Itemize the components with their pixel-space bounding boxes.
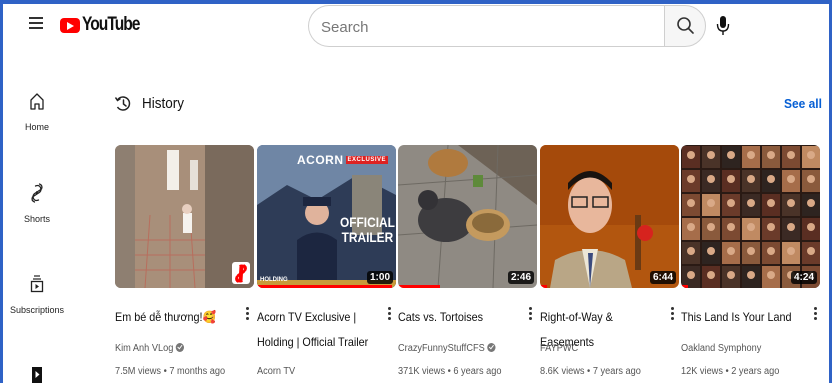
shorts-icon — [31, 183, 43, 203]
video-thumbnail[interactable] — [115, 145, 254, 288]
thumb-brand: ACORN EXCLUSIVE — [297, 153, 389, 167]
sidebar-item-shorts[interactable]: Shorts — [0, 182, 74, 224]
video-thumbnail[interactable]: 4:24 — [681, 145, 820, 288]
thumbnail-image — [681, 145, 820, 288]
more-options-icon[interactable] — [668, 305, 676, 321]
search-icon — [677, 17, 694, 34]
thumbnail-image — [540, 145, 679, 288]
verified-badge-icon — [487, 343, 496, 352]
channel-name-text: Acorn TV — [257, 366, 296, 377]
youtube-logo[interactable]: YouTube — [60, 13, 152, 37]
more-options-icon[interactable] — [385, 305, 393, 321]
video-duration: 4:24 — [790, 271, 817, 284]
thumbnail-image — [398, 145, 537, 288]
search-box — [308, 5, 664, 47]
sidebar-item-label: Shorts — [23, 214, 50, 224]
sidebar-item-label: Subscriptions — [9, 305, 65, 315]
video-meta: 371K views • 6 years ago — [398, 366, 502, 377]
microphone-icon — [716, 16, 730, 35]
sidebar-item-subscriptions[interactable]: Subscriptions — [0, 273, 74, 315]
video-thumbnail[interactable]: 6:44 — [540, 145, 679, 288]
section-title: History — [142, 95, 185, 112]
video-thumbnail[interactable]: ACORN EXCLUSIVE OFFICIAL TRAILER HOLDING … — [257, 145, 396, 288]
voice-search-button[interactable] — [708, 5, 738, 47]
library-icon — [32, 367, 42, 383]
channel-name[interactable]: Oakland Symphony — [681, 343, 761, 354]
channel-name[interactable]: Kim Anh VLog — [115, 343, 185, 354]
video-meta: 7.5M views • 7 months ago — [115, 366, 226, 377]
channel-name-text: Kim Anh VLog — [115, 343, 174, 354]
video-meta: 8.6K views • 7 years ago — [540, 366, 641, 377]
channel-name-text: CrazyFunnyStuffCFS — [398, 343, 485, 354]
more-options-icon[interactable] — [811, 305, 819, 321]
more-options-icon[interactable] — [526, 305, 534, 321]
video-title[interactable]: Acorn TV Exclusive | Holding | Official … — [257, 305, 379, 355]
video-thumbnail[interactable]: 2:46 — [398, 145, 537, 288]
sidebar-item-home[interactable]: Home — [0, 90, 74, 132]
video-title[interactable]: This Land Is Your Land — [681, 305, 803, 330]
see-all-link[interactable]: See all — [784, 96, 822, 111]
channel-name-text: FAYPWC — [540, 343, 579, 354]
watch-progress-bar — [681, 285, 688, 288]
channel-name[interactable]: Acorn TV — [257, 366, 295, 377]
window-frame-top — [0, 0, 832, 4]
video-duration: 2:46 — [507, 271, 534, 284]
channel-name[interactable]: FAYPWC — [540, 343, 578, 354]
youtube-play-icon — [60, 17, 80, 33]
more-options-icon[interactable] — [243, 305, 251, 321]
subscriptions-icon — [30, 275, 44, 293]
video-title[interactable]: Cats vs. Tortoises — [398, 305, 520, 330]
watch-progress-bar — [257, 285, 392, 288]
home-icon — [30, 93, 44, 110]
thumb-small-text: HOLDING — [260, 277, 288, 283]
watch-progress-bar — [540, 285, 547, 288]
video-meta: 12K views • 2 years ago — [681, 366, 780, 377]
history-icon — [114, 96, 131, 111]
search-button[interactable] — [664, 5, 706, 47]
search-input[interactable] — [319, 16, 653, 38]
video-title[interactable]: Em bé dễ thương!🥰 — [115, 305, 237, 330]
sidebar-item-library[interactable] — [0, 366, 74, 384]
shorts-badge-icon — [232, 262, 250, 284]
video-duration: 1:00 — [366, 271, 393, 284]
logo-text: YouTube — [82, 14, 140, 35]
channel-name-text: Oakland Symphony — [681, 343, 762, 354]
menu-icon[interactable] — [29, 17, 43, 30]
sidebar-item-label: Home — [24, 122, 49, 132]
watch-progress-bar — [398, 285, 440, 288]
channel-name[interactable]: CrazyFunnyStuffCFS — [398, 343, 496, 354]
thumb-headline: OFFICIAL TRAILER — [340, 214, 395, 245]
verified-badge-icon — [176, 343, 185, 352]
video-duration: 6:44 — [649, 271, 676, 284]
